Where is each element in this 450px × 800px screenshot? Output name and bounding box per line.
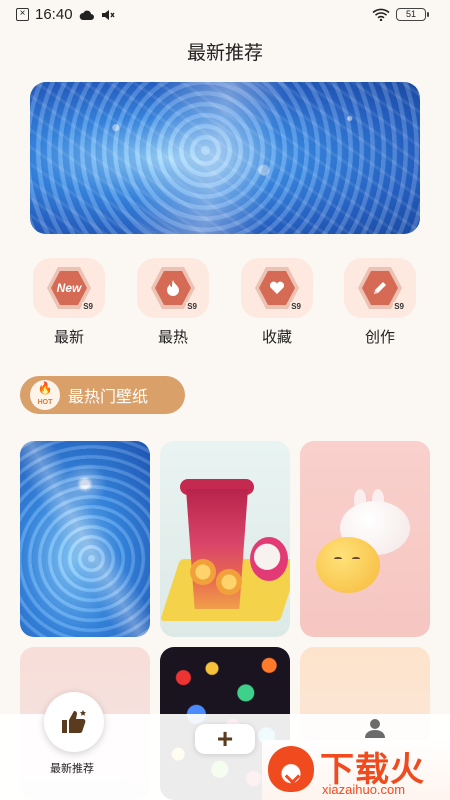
battery-icon: 51 (396, 8, 429, 21)
category-hottest[interactable]: S9 最热 (131, 258, 215, 347)
category-badge: S9 (186, 302, 198, 311)
new-icon-text: New (51, 271, 87, 305)
category-label: 收藏 (261, 329, 292, 346)
status-bar-right: 51 (372, 8, 429, 21)
category-row: New S9 最新 S9 最热 S9 收藏 S9 创作 (20, 258, 430, 350)
profile-icon[interactable] (363, 716, 387, 740)
page-title: 最新推荐 (186, 43, 263, 64)
category-badge: S9 (290, 302, 302, 311)
cloud-icon (79, 10, 94, 20)
category-favorites[interactable]: S9 收藏 (235, 258, 319, 347)
category-label: 最新 (53, 329, 84, 346)
wallpaper-thumbnail-blue-abstract[interactable] (20, 441, 150, 637)
thumbs-up-icon (44, 692, 104, 752)
status-bar-left: × 16:40 (16, 6, 115, 23)
watermark-logo-icon (268, 746, 314, 792)
category-label: 最热 (157, 329, 188, 346)
status-bar: × 16:40 51 (0, 0, 450, 30)
battery-level: 51 (405, 9, 416, 19)
featured-banner-image[interactable] (30, 82, 420, 234)
category-latest-tile: New S9 (33, 258, 105, 318)
nav-home-label: 最新推荐 (50, 763, 94, 775)
nav-latest-recommend[interactable]: 最新推荐 (44, 692, 106, 776)
mute-icon (101, 9, 115, 20)
watermark: 下载火 xiazaihuo.com (262, 740, 450, 800)
watermark-subtitle: xiazaihuo.com (322, 782, 406, 797)
wifi-icon (372, 8, 390, 21)
category-badge: S9 (82, 302, 94, 311)
category-hottest-tile: S9 (137, 258, 209, 318)
close-notification-icon: × (16, 8, 29, 21)
category-favorites-tile: S9 (241, 258, 313, 318)
category-label: 创作 (364, 329, 395, 346)
hot-wallpapers-header[interactable]: HOT 最热门壁纸 (20, 376, 185, 414)
hot-badge-text: HOT (37, 399, 53, 406)
category-create[interactable]: S9 创作 (338, 258, 422, 347)
add-button[interactable]: + (195, 724, 255, 754)
category-latest[interactable]: New S9 最新 (27, 258, 111, 347)
wallpaper-thumbnail-cute-toys[interactable] (300, 441, 430, 637)
wallpaper-thumbnail-fruit-drink[interactable] (160, 441, 290, 637)
status-time: 16:40 (35, 6, 73, 23)
hot-wallpapers-label: 最热门壁纸 (68, 389, 149, 406)
category-badge: S9 (393, 302, 405, 311)
category-create-tile: S9 (344, 258, 416, 318)
hot-flame-icon: HOT (30, 380, 60, 410)
